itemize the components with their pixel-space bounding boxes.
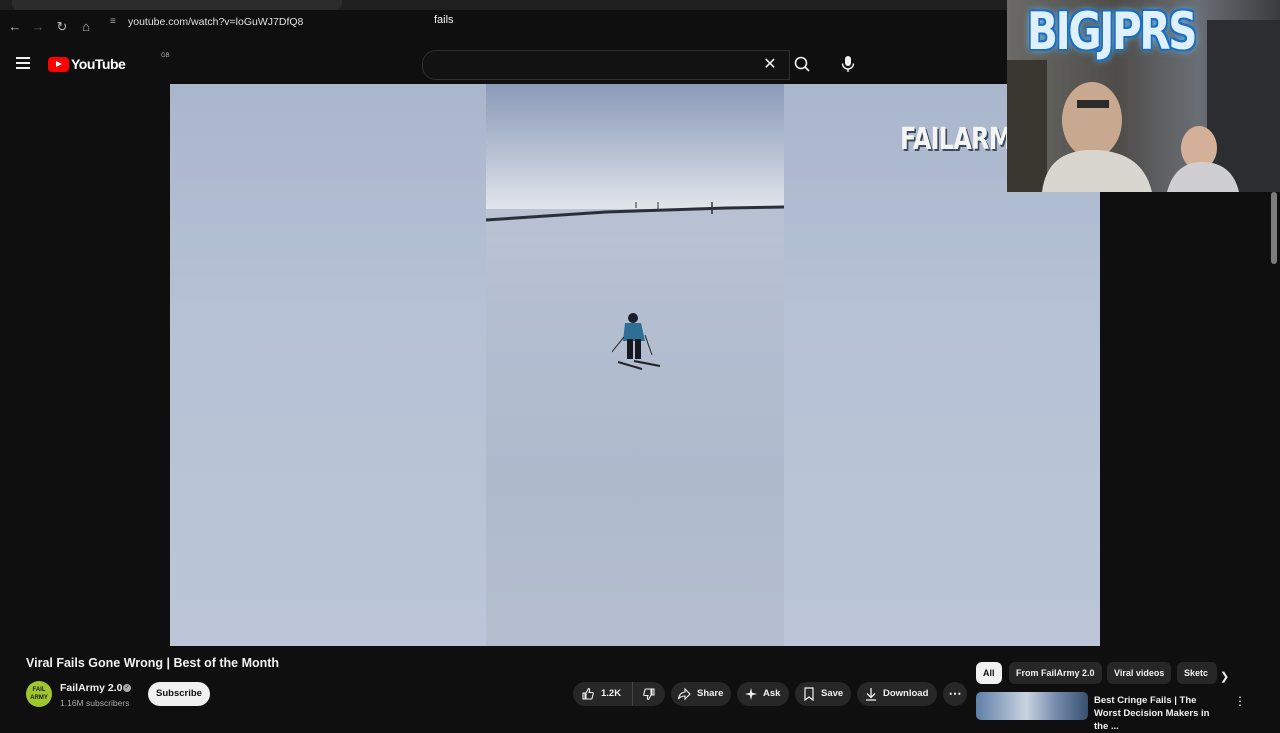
share-label: Share xyxy=(697,688,724,699)
chip-viral-videos[interactable]: Viral videos xyxy=(1107,662,1172,684)
dislike-button[interactable] xyxy=(633,682,665,706)
like-button[interactable]: 1.2K xyxy=(573,682,633,706)
video-frame xyxy=(486,84,784,646)
streamer-tag: BIGJPRS xyxy=(1027,2,1198,62)
channel-name[interactable]: FailArmy 2.0 xyxy=(60,682,122,694)
video-player[interactable]: FAILARM xyxy=(170,84,1100,646)
sparkle-icon xyxy=(745,688,757,700)
url-text[interactable]: youtube.com/watch?v=loGuWJ7DfQ8 xyxy=(128,16,303,28)
save-label: Save xyxy=(821,688,844,699)
download-button[interactable]: Download xyxy=(857,682,937,706)
channel-avatar[interactable]: FAIL ARMY xyxy=(26,681,52,707)
arrow-right-icon[interactable]: → xyxy=(30,19,46,35)
arrow-left-icon[interactable]: ← xyxy=(7,19,23,35)
download-label: Download xyxy=(883,688,929,699)
search-button[interactable] xyxy=(788,50,816,78)
close-icon[interactable]: ✕ xyxy=(762,54,778,74)
ask-label: Ask xyxy=(763,688,781,699)
search-input[interactable] xyxy=(422,50,790,80)
hamburger-menu-icon[interactable] xyxy=(16,57,30,69)
chip-sketches[interactable]: Sketc xyxy=(1177,662,1217,684)
recommendation-thumbnail[interactable] xyxy=(976,692,1088,720)
channel-watermark: FAILARM xyxy=(900,122,1013,157)
ask-button[interactable]: Ask xyxy=(737,682,789,706)
subscriber-count: 1.16M subscribers xyxy=(60,698,130,708)
youtube-play-icon xyxy=(48,56,69,72)
thumbs-up-icon xyxy=(582,687,594,700)
sky-image xyxy=(486,84,784,209)
more-vert-icon[interactable]: ⋮ xyxy=(1234,694,1246,708)
save-button[interactable]: Save xyxy=(795,682,851,706)
page-scrollbar[interactable] xyxy=(1271,192,1277,264)
youtube-logo[interactable]: YouTube GB xyxy=(48,53,170,72)
right-column xyxy=(1100,192,1280,646)
more-actions-button[interactable]: ⋯ xyxy=(943,682,967,706)
ski-lift-horizon xyxy=(486,202,784,236)
search-icon xyxy=(794,56,810,72)
verified-icon: ✓ xyxy=(123,684,131,692)
home-icon[interactable]: ⌂ xyxy=(78,19,94,35)
recommendation-title[interactable]: Best Cringe Fails | The Worst Decision M… xyxy=(1094,694,1220,733)
voice-search-button[interactable] xyxy=(834,50,862,78)
download-icon xyxy=(866,688,876,701)
bookmark-icon xyxy=(804,687,814,701)
reload-icon[interactable]: ↻ xyxy=(54,19,70,35)
logo-text: YouTube xyxy=(71,56,126,72)
video-title: Viral Fails Gone Wrong | Best of the Mon… xyxy=(26,656,280,670)
browser-tab[interactable] xyxy=(12,0,342,10)
subscribe-button[interactable]: Subscribe xyxy=(148,682,210,706)
search-query[interactable]: fails xyxy=(434,14,454,26)
chevron-right-icon[interactable]: ❯ xyxy=(1220,670,1229,683)
microphone-icon xyxy=(841,56,855,72)
chip-all[interactable]: All xyxy=(976,662,1002,684)
skier-figure xyxy=(612,313,661,370)
thumbs-down-icon xyxy=(642,688,655,701)
blurred-left-side xyxy=(170,84,486,646)
like-dislike-group: 1.2K xyxy=(573,682,665,706)
share-button[interactable]: Share xyxy=(671,682,731,706)
share-icon xyxy=(677,687,691,701)
chip-from-channel[interactable]: From FailArmy 2.0 xyxy=(1009,662,1102,684)
like-count: 1.2K xyxy=(601,688,622,699)
site-info-icon[interactable]: ≡ xyxy=(110,16,116,27)
webcam-overlay: BIGJPRS xyxy=(1007,0,1280,192)
country-code: GB xyxy=(161,53,170,59)
